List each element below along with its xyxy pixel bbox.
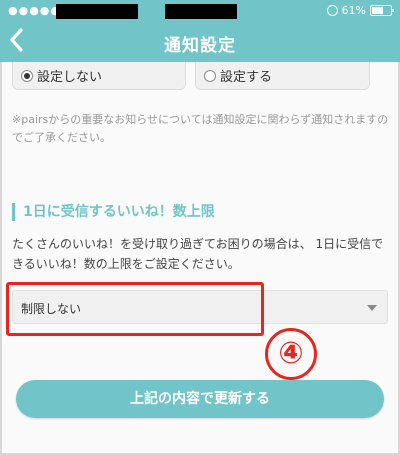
- radio-label-on: 設定する: [220, 70, 273, 85]
- page-title: 通知設定: [164, 36, 236, 56]
- battery-percent: 61%: [341, 4, 366, 17]
- annotation-step-marker: ④: [265, 328, 317, 380]
- radio-option-on[interactable]: 設定する: [195, 62, 370, 90]
- battery-icon: [370, 5, 394, 16]
- signal-strength-icon: ●●●●●: [8, 4, 61, 17]
- chevron-down-icon: [367, 305, 377, 311]
- lock-rotation-icon: [326, 5, 338, 16]
- redacted-carrier: [56, 4, 138, 19]
- status-bar: ●●●●● 61%: [0, 0, 400, 22]
- radio-option-off[interactable]: 設定しない: [12, 62, 186, 90]
- section-title-like-limit: 1日に受信するいいね！数上限: [12, 203, 215, 221]
- update-button[interactable]: 上記の内容で更新する: [16, 380, 384, 418]
- redacted-time: [165, 4, 237, 19]
- annotation-highlight-box: [6, 282, 264, 336]
- notice-text: ※pairsからの重要なお知らせについては通知設定に関わらず通知されますのでご了…: [12, 113, 389, 144]
- like-limit-description: たくさんのいいね！を受け取り過ぎてお困りの場合は、 1日に受信できるいいね！数の…: [12, 237, 384, 271]
- radio-checked-icon: [21, 69, 33, 82]
- nav-header: 通知設定: [0, 22, 400, 62]
- radio-label-off: 設定しない: [37, 70, 103, 85]
- radio-unchecked-icon: [204, 69, 216, 82]
- status-right: 61%: [326, 4, 394, 17]
